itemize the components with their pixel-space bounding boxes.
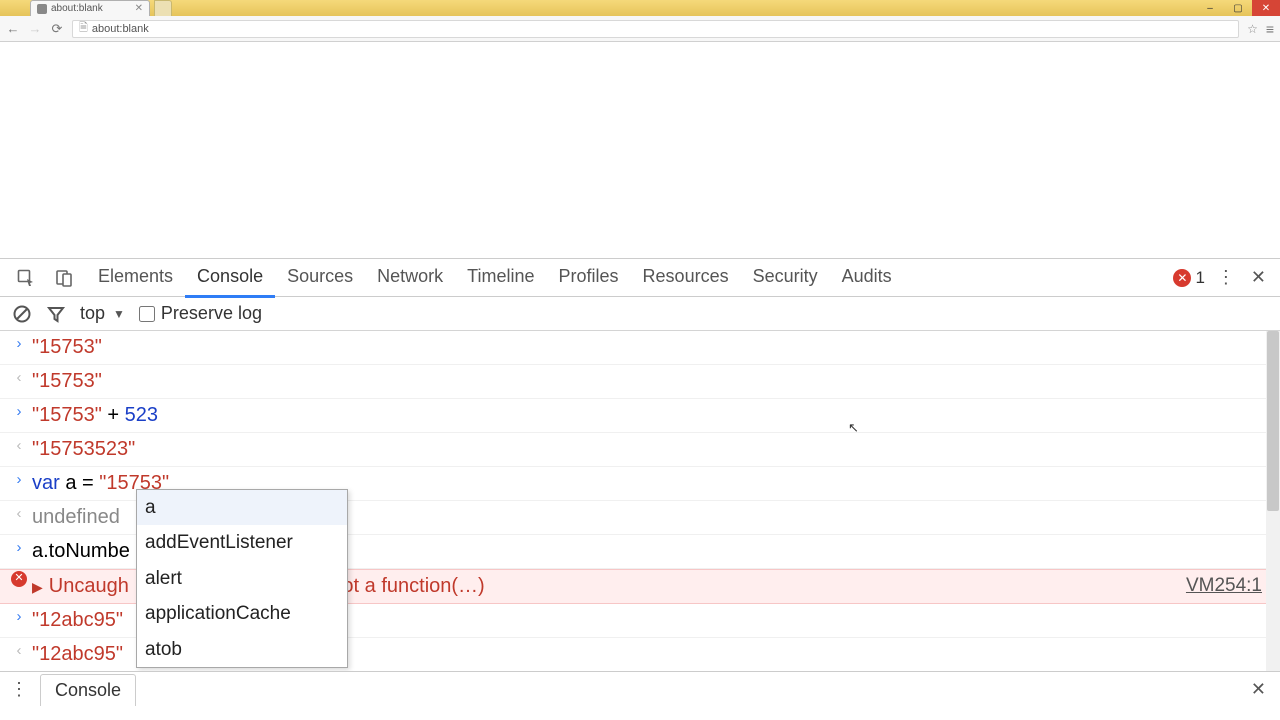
input-chevron-icon: ›: [6, 536, 32, 559]
device-toggle-icon[interactable]: [48, 262, 80, 294]
input-chevron-icon: ›: [6, 605, 32, 628]
chevron-down-icon: ▼: [113, 307, 125, 321]
tab-security[interactable]: Security: [741, 258, 830, 298]
reload-button[interactable]: ⟳: [50, 22, 64, 36]
console-text: "15753": [32, 332, 1270, 363]
scrollbar[interactable]: [1266, 331, 1280, 671]
filter-icon[interactable]: [46, 304, 66, 324]
browser-menu-icon[interactable]: ≡: [1266, 21, 1274, 37]
console-row: ‹"15753523": [0, 433, 1280, 467]
preserve-log-input[interactable]: [139, 306, 155, 322]
devtools-tabbar: ElementsConsoleSourcesNetworkTimelinePro…: [0, 259, 1280, 297]
tab-title: about:blank: [51, 3, 103, 14]
expand-error-icon[interactable]: ▶: [32, 579, 43, 595]
devtools-close-icon[interactable]: ✕: [1247, 267, 1270, 288]
output-chevron-icon: ‹: [6, 639, 32, 662]
tab-console[interactable]: Console: [185, 258, 275, 298]
scrollbar-thumb[interactable]: [1267, 331, 1279, 511]
tab-resources[interactable]: Resources: [631, 258, 741, 298]
devtools-panel: ElementsConsoleSourcesNetworkTimelinePro…: [0, 258, 1280, 707]
console-text: "15753" + 523: [32, 400, 1270, 431]
new-tab-button[interactable]: [154, 0, 172, 16]
browser-tab[interactable]: about:blank ✕: [30, 0, 150, 16]
console-output[interactable]: ›"15753"‹"15753"›"15753" + 523‹"15753523…: [0, 331, 1280, 671]
tab-audits[interactable]: Audits: [830, 258, 904, 298]
error-count-badge[interactable]: ✕ 1: [1173, 268, 1204, 288]
autocomplete-popup[interactable]: aaddEventListeneralertapplicationCacheat…: [136, 489, 348, 668]
drawer-close-icon[interactable]: ✕: [1247, 679, 1270, 700]
console-row: ‹"15753": [0, 365, 1280, 399]
autocomplete-item[interactable]: addEventListener: [137, 525, 347, 560]
page-content: [0, 42, 1280, 258]
output-chevron-icon: ‹: [6, 366, 32, 389]
context-label: top: [80, 303, 105, 324]
maximize-button[interactable]: ▢: [1224, 0, 1252, 16]
window-controls: – ▢ ✕: [1196, 0, 1280, 16]
console-row: ›"15753": [0, 331, 1280, 365]
input-chevron-icon: ›: [6, 468, 32, 491]
context-selector[interactable]: top ▼: [80, 303, 125, 324]
error-icon: ✕: [1173, 269, 1191, 287]
close-window-button[interactable]: ✕: [1252, 0, 1280, 16]
tab-close-icon[interactable]: ✕: [135, 3, 143, 14]
tab-profiles[interactable]: Profiles: [547, 258, 631, 298]
error-row-icon: ✕: [6, 571, 32, 587]
error-count: 1: [1195, 268, 1204, 288]
address-bar: ← → ⟳ 🗎 about:blank ☆ ≡: [0, 16, 1280, 42]
favicon-icon: [37, 4, 47, 14]
tab-timeline[interactable]: Timeline: [455, 258, 546, 298]
console-text: "15753523": [32, 434, 1270, 465]
drawer-menu-icon[interactable]: ⋮: [10, 679, 28, 700]
autocomplete-item[interactable]: atob: [137, 632, 347, 667]
minimize-button[interactable]: –: [1196, 0, 1224, 16]
tab-elements[interactable]: Elements: [86, 258, 185, 298]
preserve-log-label: Preserve log: [161, 303, 262, 324]
output-chevron-icon: ‹: [6, 434, 32, 457]
error-source-link[interactable]: VM254:1: [1186, 571, 1270, 600]
url-input[interactable]: 🗎 about:blank: [72, 20, 1239, 38]
drawer-tab-label: Console: [55, 680, 121, 700]
inspect-element-icon[interactable]: [10, 262, 42, 294]
autocomplete-item[interactable]: applicationCache: [137, 596, 347, 631]
output-chevron-icon: ‹: [6, 502, 32, 525]
tab-network[interactable]: Network: [365, 258, 455, 298]
clear-console-icon[interactable]: [12, 304, 32, 324]
forward-button[interactable]: →: [28, 22, 42, 36]
devtools-drawer: ⋮ Console ✕: [0, 671, 1280, 707]
back-button[interactable]: ←: [6, 22, 20, 36]
console-toolbar: top ▼ Preserve log: [0, 297, 1280, 331]
input-chevron-icon: ›: [6, 400, 32, 423]
console-text: "15753": [32, 366, 1270, 397]
url-text: about:blank: [92, 23, 149, 35]
input-chevron-icon: ›: [6, 332, 32, 355]
bookmark-star-icon[interactable]: ☆: [1247, 22, 1258, 36]
autocomplete-item[interactable]: alert: [137, 561, 347, 596]
devtools-menu-icon[interactable]: ⋮: [1217, 267, 1235, 288]
page-info-icon[interactable]: 🗎: [79, 19, 88, 38]
console-row: ›"15753" + 523: [0, 399, 1280, 433]
tab-sources[interactable]: Sources: [275, 258, 365, 298]
autocomplete-item[interactable]: a: [137, 490, 347, 525]
browser-titlebar: about:blank ✕ – ▢ ✕: [0, 0, 1280, 16]
drawer-tab-console[interactable]: Console: [40, 674, 136, 706]
preserve-log-checkbox[interactable]: Preserve log: [139, 303, 262, 324]
